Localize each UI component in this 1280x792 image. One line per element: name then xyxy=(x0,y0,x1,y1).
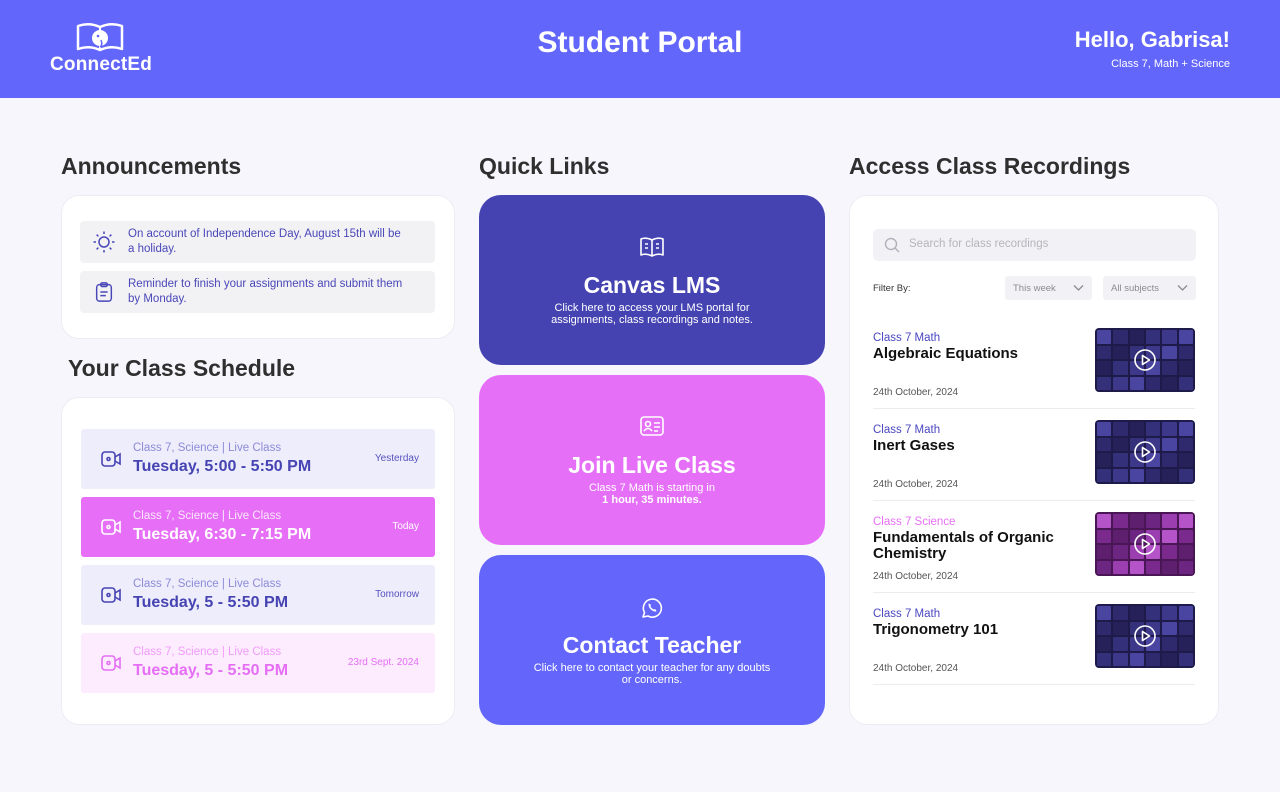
search-icon xyxy=(884,237,900,253)
schedule-day: Tomorrow xyxy=(375,589,419,600)
recording-thumbnail[interactable] xyxy=(1095,328,1195,392)
recording-date: 24th October, 2024 xyxy=(873,387,959,398)
video-camera-icon xyxy=(101,655,121,671)
announcements-title: Announcements xyxy=(61,153,242,179)
filter-subject-value: All subjects xyxy=(1111,283,1160,294)
schedule-card: Class 7, Science | Live Class Tuesday, 5… xyxy=(61,397,455,725)
recording-title: Fundamentals of Organic Chemistry xyxy=(873,529,1054,562)
schedule-day: Today xyxy=(392,521,419,532)
schedule-meta: Class 7, Science | Live Class xyxy=(133,578,282,590)
quick-link-title: Join Live Class xyxy=(568,452,736,478)
recording-thumbnail[interactable] xyxy=(1095,420,1195,484)
schedule-day: Yesterday xyxy=(374,453,419,464)
chevron-down-icon xyxy=(1073,285,1084,291)
schedule-meta: Class 7, Science | Live Class xyxy=(133,510,282,522)
recording-subject: Class 7 Math xyxy=(873,332,941,344)
play-icon[interactable] xyxy=(1134,349,1156,371)
recording-date: 24th October, 2024 xyxy=(873,663,959,674)
video-camera-icon xyxy=(101,519,121,535)
video-camera-icon xyxy=(101,587,121,603)
recording-item[interactable]: Class 7 Math Trigonometry 101 24th Octob… xyxy=(873,604,1195,685)
quick-link-desc: Click here to access your LMS portal for… xyxy=(551,302,753,326)
greeting-text: Hello, Gabrisa! xyxy=(1074,27,1230,52)
recording-subject: Class 7 Math xyxy=(873,424,941,436)
quick-link-title: Canvas LMS xyxy=(583,272,721,298)
id-card-icon xyxy=(640,416,664,436)
announcement-text: Reminder to finish your assignments and … xyxy=(128,278,403,305)
schedule-item[interactable]: Class 7, Science | Live Class Tuesday, 5… xyxy=(81,633,435,693)
recording-item[interactable]: Class 7 Math Inert Gases 24th October, 2… xyxy=(873,420,1195,501)
schedule-item[interactable]: Class 7, Science | Live Class Tuesday, 6… xyxy=(81,497,435,557)
recording-subject: Class 7 Science xyxy=(873,516,956,528)
clipboard-icon xyxy=(95,282,113,302)
schedule-meta: Class 7, Science | Live Class xyxy=(133,646,282,658)
quick-link-title: Contact Teacher xyxy=(562,632,742,658)
search-placeholder: Search for class recordings xyxy=(909,238,1049,250)
play-icon[interactable] xyxy=(1134,441,1156,463)
sun-icon xyxy=(93,231,115,253)
schedule-day: 23rd Sept. 2024 xyxy=(347,657,419,668)
schedule-time: Tuesday, 5 - 5:50 PM xyxy=(133,594,289,611)
schedule-item[interactable]: Class 7, Science | Live Class Tuesday, 5… xyxy=(81,565,435,625)
filter-subject-dropdown[interactable]: All subjects xyxy=(1103,276,1196,300)
recording-date: 24th October, 2024 xyxy=(873,479,959,490)
filter-time-dropdown[interactable]: This week xyxy=(1005,276,1092,300)
book-icon xyxy=(640,237,664,257)
video-camera-icon xyxy=(101,451,121,467)
live-class-countdown: 1 hour, 35 minutes. xyxy=(602,494,702,506)
recordings-card: Search for class recordings Filter By: T… xyxy=(849,195,1219,725)
recording-item[interactable]: Class 7 Math Algebraic Equations 24th Oc… xyxy=(873,328,1195,409)
announcement-text: On account of Independence Day, August 1… xyxy=(128,228,401,255)
recording-thumbnail[interactable] xyxy=(1095,604,1195,668)
header-bar: ConnectEd Student Portal Hello, Gabrisa!… xyxy=(0,0,1280,98)
filter-label: Filter By: xyxy=(873,283,911,294)
announcement-item[interactable]: On account of Independence Day, August 1… xyxy=(80,221,435,263)
play-icon[interactable] xyxy=(1134,625,1156,647)
play-icon[interactable] xyxy=(1134,533,1156,555)
user-greeting: Hello, Gabrisa! Class 7, Math + Science xyxy=(1075,27,1230,70)
recordings-title: Access Class Recordings xyxy=(849,153,1131,179)
join-live-class-link[interactable]: Join Live Class Class 7 Math is starting… xyxy=(479,375,825,545)
announcement-item[interactable]: Reminder to finish your assignments and … xyxy=(80,271,435,313)
schedule-title: Your Class Schedule xyxy=(68,355,296,381)
recording-item[interactable]: Class 7 Science Fundamentals of Organic … xyxy=(873,512,1195,593)
recording-title: Inert Gases xyxy=(873,437,955,454)
whatsapp-icon xyxy=(642,598,663,618)
quick-link-desc: Click here to contact your teacher for a… xyxy=(533,662,771,686)
schedule-time: Tuesday, 5:00 - 5:50 PM xyxy=(133,458,312,475)
recordings-search[interactable]: Search for class recordings xyxy=(873,229,1196,261)
canvas-lms-link[interactable]: Canvas LMS Click here to access your LMS… xyxy=(479,195,825,365)
chevron-down-icon xyxy=(1177,285,1188,291)
recording-title: Algebraic Equations xyxy=(873,345,1019,362)
recording-date: 24th October, 2024 xyxy=(873,571,959,582)
quick-link-desc: Class 7 Math is starting in 1 hour, 35 m… xyxy=(529,482,775,506)
schedule-item[interactable]: Class 7, Science | Live Class Tuesday, 5… xyxy=(81,429,435,489)
filter-time-value: This week xyxy=(1013,283,1056,294)
recording-thumbnail[interactable] xyxy=(1095,512,1195,576)
announcements-card: On account of Independence Day, August 1… xyxy=(61,195,455,339)
schedule-time: Tuesday, 6:30 - 7:15 PM xyxy=(133,526,312,543)
live-class-desc: Class 7 Math is starting in xyxy=(589,482,715,494)
schedule-meta: Class 7, Science | Live Class xyxy=(133,442,282,454)
user-class-info: Class 7, Math + Science xyxy=(1111,58,1230,70)
recording-subject: Class 7 Math xyxy=(873,608,941,620)
quick-links-title: Quick Links xyxy=(479,153,610,179)
schedule-time: Tuesday, 5 - 5:50 PM xyxy=(133,662,289,679)
recording-title: Trigonometry 101 xyxy=(873,621,999,638)
contact-teacher-link[interactable]: Contact Teacher Click here to contact yo… xyxy=(479,555,825,725)
